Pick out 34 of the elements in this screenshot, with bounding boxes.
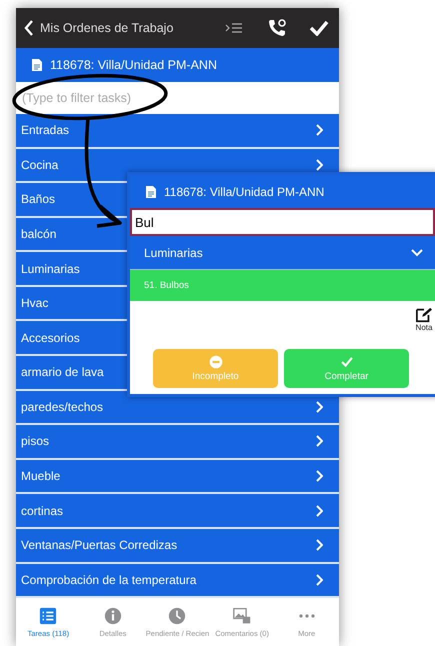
checkmark-icon xyxy=(340,355,354,369)
edit-icon xyxy=(415,307,433,323)
back-title[interactable]: Mis Ordenes de Trabajo xyxy=(40,21,225,35)
info-icon xyxy=(104,606,122,624)
task-group-row[interactable]: Luminarias xyxy=(130,236,435,270)
clock-icon xyxy=(168,606,186,624)
work-order-title: 118678: Villa/Unidad PM-ANN xyxy=(50,58,217,72)
task-group-row[interactable]: cortinas xyxy=(16,494,339,529)
filter-field[interactable]: Bul xyxy=(130,208,435,236)
back-icon[interactable] xyxy=(24,20,34,36)
task-group-row[interactable]: Mueble xyxy=(16,460,339,494)
list-indent-icon[interactable] xyxy=(225,22,243,34)
chevron-icon xyxy=(315,574,323,586)
list-icon xyxy=(39,606,58,624)
more-icon xyxy=(298,614,315,618)
checkmark-icon[interactable] xyxy=(309,20,329,36)
note-button[interactable]: Nota xyxy=(415,307,433,332)
filter-field[interactable]: (Type to filter tasks) xyxy=(16,82,339,114)
task-group-row[interactable]: pisos xyxy=(16,425,339,460)
chevron-icon xyxy=(315,400,323,413)
chevron-icon xyxy=(315,504,323,517)
document-icon xyxy=(146,186,156,198)
chevron-icon xyxy=(315,124,323,136)
image-icon xyxy=(233,606,252,624)
task-group-row[interactable]: Entradas xyxy=(16,114,339,149)
document-icon xyxy=(32,59,42,71)
chevron-icon xyxy=(315,470,323,482)
minus-circle-icon xyxy=(208,355,222,369)
work-order-title: 118678: Villa/Unidad PM-ANN xyxy=(164,184,324,198)
task-group-row[interactable]: Comprobación de la temperatura xyxy=(16,564,339,598)
phone-icon[interactable] xyxy=(267,18,287,38)
chevron-icon xyxy=(315,539,323,552)
task-group-row[interactable]: Ventanas/Puertas Corredizas xyxy=(16,528,339,564)
chevron-icon xyxy=(315,435,323,448)
